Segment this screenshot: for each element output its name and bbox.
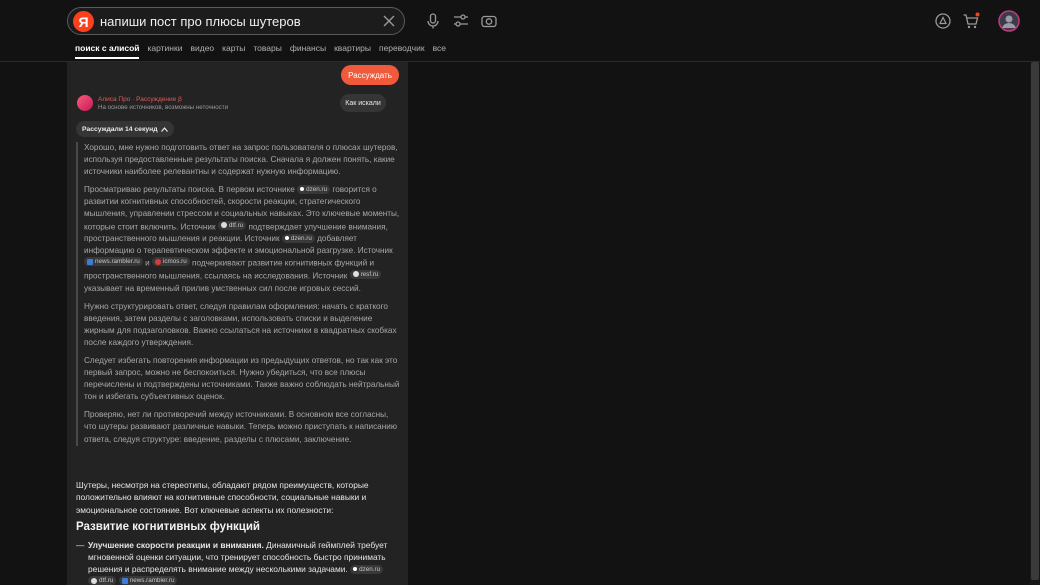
- source-label: icmos.ru: [162, 258, 187, 266]
- source-label: dtf.ru: [228, 221, 244, 229]
- answer-intro: Шутеры, несмотря на стереотипы, обладают…: [76, 480, 369, 515]
- source-chip-rambler[interactable]: news.rambler.ru: [84, 257, 143, 267]
- tab-finance[interactable]: финансы: [290, 43, 326, 59]
- source-label: dtf.ru: [99, 577, 114, 585]
- list-dash: —: [76, 539, 85, 550]
- camera-icon[interactable]: [480, 12, 498, 30]
- tab-translator[interactable]: переводчик: [379, 43, 425, 59]
- reasoning-paragraph: Нужно структурировать ответ, следуя прав…: [84, 301, 397, 347]
- rambler-icon: [87, 258, 93, 265]
- tab-alisa-search[interactable]: поиск с алисой: [75, 43, 140, 59]
- source-label: dzen.ru: [306, 185, 328, 193]
- rambler-icon: [121, 577, 128, 584]
- scrollbar[interactable]: [1030, 62, 1040, 585]
- dtf-icon: [220, 222, 227, 229]
- thought-toggle-label: Рассуждали 14 секунд: [82, 125, 158, 133]
- chevron-up-icon: [160, 126, 168, 132]
- tab-all[interactable]: все: [433, 43, 446, 59]
- reasoning-block: Хорошо, мне нужно подготовить ответ на з…: [76, 142, 400, 446]
- source-chip-dzen[interactable]: dzen.ru: [297, 184, 331, 194]
- source-chip-dzen[interactable]: dzen.ru: [350, 564, 384, 574]
- source-chip-rambler[interactable]: news.rambler.ru: [118, 576, 178, 585]
- header: Я напиши пост про плюсы шутеров поиск с …: [0, 0, 1040, 62]
- alisa-title: Алиса Про · Рассуждение β: [98, 96, 182, 103]
- alisa-subtitle: На основе источников, возможны неточност…: [98, 104, 229, 111]
- tab-apartments[interactable]: квартиры: [334, 43, 371, 59]
- yandex-logo[interactable]: Я: [73, 11, 94, 32]
- search-box[interactable]: Я напиши пост про плюсы шутеров: [67, 7, 405, 35]
- tab-products[interactable]: товары: [253, 43, 282, 59]
- reasoning-text: и: [145, 258, 150, 268]
- source-chip-dzen[interactable]: dzen.ru: [281, 233, 315, 243]
- dzen-icon: [353, 567, 358, 572]
- cart-icon[interactable]: [962, 12, 980, 30]
- search-tabs: поиск с алисой картинки видео карты това…: [75, 43, 454, 59]
- tab-maps[interactable]: карты: [222, 43, 245, 59]
- reasoning-paragraph: Проверяю, нет ли противоречий между исто…: [84, 410, 397, 444]
- resf-icon: [352, 271, 359, 278]
- filter-icon[interactable]: [452, 12, 470, 30]
- source-label: dzen.ru: [290, 234, 312, 242]
- reasoning-paragraph: Следует избегать повторения информации и…: [84, 356, 400, 402]
- list-item-title: Улучшение скорости реакции и внимания.: [88, 539, 264, 550]
- reasoning-text: указывает на временный прилив умственных…: [84, 283, 361, 293]
- how-searched-button[interactable]: Как искали: [340, 94, 386, 112]
- source-chip-icmos[interactable]: icmos.ru: [151, 257, 190, 267]
- source-label: news.rambler.ru: [95, 258, 140, 266]
- search-input[interactable]: напиши пост про плюсы шутеров: [100, 14, 301, 29]
- tab-images[interactable]: картинки: [147, 43, 182, 59]
- answer-block: Шутеры, несмотря на стереотипы, обладают…: [76, 479, 400, 585]
- source-label: resf.ru: [360, 270, 379, 278]
- reasoning-paragraph: Хорошо, мне нужно подготовить ответ на з…: [84, 143, 398, 177]
- answer-heading: Развитие когнитивных функций: [76, 520, 260, 533]
- source-label: news.rambler.ru: [129, 577, 175, 585]
- alisa-icon[interactable]: [934, 12, 952, 30]
- reasoning-text: Просматриваю результаты поиска. В первом…: [84, 185, 295, 195]
- source-chip-dtf[interactable]: dtf.ru: [217, 220, 247, 230]
- dzen-icon: [284, 236, 289, 241]
- alisa-avatar: [77, 95, 93, 111]
- alisa-answer-panel: Рассуждать Алиса Про · Рассуждение β На …: [67, 62, 408, 585]
- tab-video[interactable]: видео: [190, 43, 214, 59]
- dtf-icon: [91, 577, 97, 584]
- reason-button[interactable]: Рассуждать: [341, 65, 399, 85]
- list-item: — Улучшение скорости реакции и внимания.…: [76, 539, 400, 585]
- source-label: dzen.ru: [359, 565, 381, 573]
- icmos-icon: [154, 258, 161, 265]
- source-chip-resf[interactable]: resf.ru: [349, 269, 382, 279]
- thought-toggle-button[interactable]: Рассуждали 14 секунд: [76, 121, 174, 137]
- close-icon[interactable]: [382, 14, 396, 28]
- avatar[interactable]: [998, 10, 1020, 32]
- reasoning-paragraph: Просматриваю результаты поиска. В первом…: [84, 184, 400, 294]
- dzen-icon: [300, 187, 305, 192]
- source-chip-dtf[interactable]: dtf.ru: [88, 576, 117, 585]
- microphone-icon[interactable]: [424, 12, 442, 30]
- scrollbar-thumb[interactable]: [1031, 62, 1039, 580]
